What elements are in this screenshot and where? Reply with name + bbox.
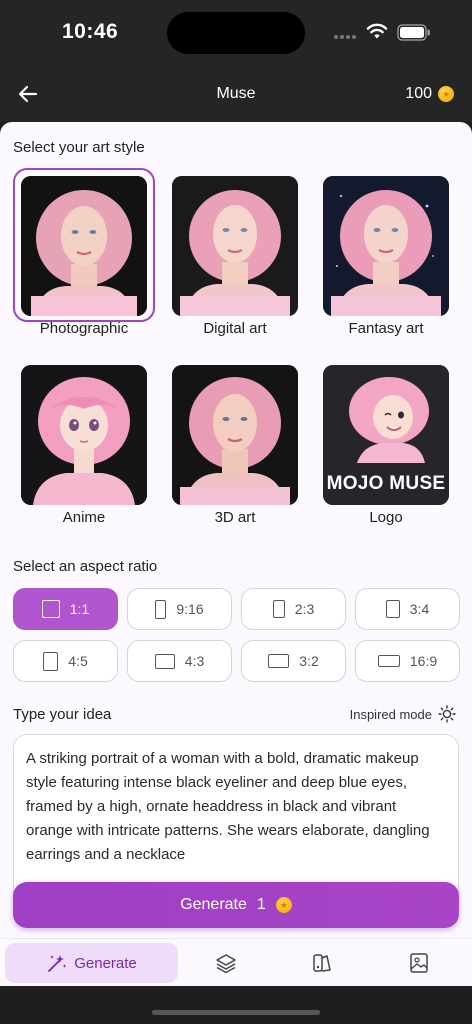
status-time: 10:46	[62, 20, 119, 43]
style-card-fantasy-art[interactable]: Fantasy art	[315, 168, 453, 348]
ratio-button-2-3[interactable]: 2:3	[241, 588, 346, 630]
generate-label: Generate	[180, 896, 247, 913]
generate-cost: 1	[256, 896, 266, 913]
tab-gallery[interactable]	[389, 943, 449, 983]
ratio-landscape-icon	[268, 654, 290, 668]
ratio-landscape-icon	[154, 653, 175, 669]
signal-icon	[334, 35, 356, 39]
ratio-button-16-9[interactable]: 16:9	[355, 640, 460, 682]
style-thumbnail-photographic	[21, 176, 147, 316]
style-card-logo[interactable]: MOJO MUSE Logo	[315, 357, 453, 537]
ratio-label: 9:16	[176, 601, 204, 617]
style-thumbnail-fantasy-art	[323, 176, 449, 316]
art-style-title: Select your art style	[13, 139, 145, 156]
ratio-button-3-2[interactable]: 3:2	[241, 640, 346, 682]
dynamic-island	[167, 12, 305, 54]
style-label-3d-art: 3D art	[214, 509, 256, 526]
style-card-photographic[interactable]: Photographic	[13, 168, 155, 348]
page-title: Muse	[216, 85, 256, 102]
inspired-mode-toggle[interactable]: Inspired mode	[350, 705, 456, 723]
style-label-digital-art: Digital art	[203, 320, 267, 337]
coin-icon	[438, 86, 454, 102]
app-header: Muse 100	[0, 66, 472, 122]
styles-icon	[313, 954, 331, 972]
sun-icon	[438, 705, 456, 723]
ratio-label: 1:1	[69, 601, 90, 617]
main-content: Select your art style Photographic Digit…	[0, 122, 472, 938]
magic-wand-icon	[48, 955, 67, 972]
logo-thumbnail-text: MOJO MUSE	[326, 473, 446, 494]
generate-button[interactable]: Generate 1	[13, 882, 459, 928]
ratio-button-3-4[interactable]: 3:4	[355, 588, 460, 630]
tab-styles[interactable]	[292, 943, 352, 983]
ratio-button-9-16[interactable]: 9:16	[127, 588, 232, 630]
ratio-portrait-icon	[43, 651, 59, 671]
style-label-fantasy-art: Fantasy art	[348, 320, 424, 337]
coin-icon	[275, 897, 292, 913]
ratio-portrait-icon	[272, 600, 285, 618]
ratio-label: 16:9	[409, 653, 438, 669]
ratio-label: 3:2	[299, 653, 319, 669]
gallery-icon	[410, 953, 428, 973]
ratio-portrait-icon	[155, 599, 167, 619]
ratio-label: 2:3	[294, 601, 315, 617]
idea-title: Type your idea	[13, 706, 112, 723]
ratio-square-icon	[41, 600, 60, 618]
style-label-logo: Logo	[369, 509, 403, 526]
credits-balance[interactable]: 100	[405, 85, 454, 103]
style-thumbnail-logo: MOJO MUSE	[323, 365, 449, 505]
style-thumbnail-3d-art	[172, 365, 298, 505]
tab-layers[interactable]	[196, 943, 256, 983]
wifi-icon	[366, 23, 388, 39]
style-card-digital-art[interactable]: Digital art	[164, 168, 302, 348]
style-thumbnail-digital-art	[172, 176, 298, 316]
style-card-anime[interactable]: Anime	[13, 357, 151, 537]
ratio-label: 4:3	[184, 653, 205, 669]
home-indicator-area	[0, 986, 472, 1024]
tab-generate[interactable]: Generate	[5, 943, 178, 983]
ratio-label: 4:5	[68, 653, 88, 669]
ratio-button-4-5[interactable]: 4:5	[13, 640, 118, 682]
ratio-button-4-3[interactable]: 4:3	[127, 640, 232, 682]
ratio-portrait-icon	[385, 600, 400, 618]
style-label-photographic: Photographic	[39, 320, 129, 337]
ratio-button-1-1[interactable]: 1:1	[13, 588, 118, 630]
bottom-tab-bar: Generate	[0, 938, 472, 986]
aspect-ratio-title: Select an aspect ratio	[13, 558, 158, 575]
home-indicator[interactable]	[152, 1010, 320, 1015]
ratio-landscape-icon	[377, 655, 400, 667]
style-card-3d-art[interactable]: 3D art	[164, 357, 302, 537]
layers-icon	[216, 954, 236, 974]
status-bar: 10:46	[0, 0, 472, 66]
battery-icon	[397, 24, 430, 41]
inspired-mode-label: Inspired mode	[349, 706, 432, 722]
tab-generate-label: Generate	[74, 954, 137, 972]
ratio-label: 3:4	[409, 601, 430, 617]
credits-count: 100	[405, 85, 432, 102]
idea-textarea[interactable]: A striking portrait of a woman with a bo…	[13, 734, 459, 904]
style-label-anime: Anime	[62, 509, 106, 526]
style-thumbnail-anime	[21, 365, 147, 505]
